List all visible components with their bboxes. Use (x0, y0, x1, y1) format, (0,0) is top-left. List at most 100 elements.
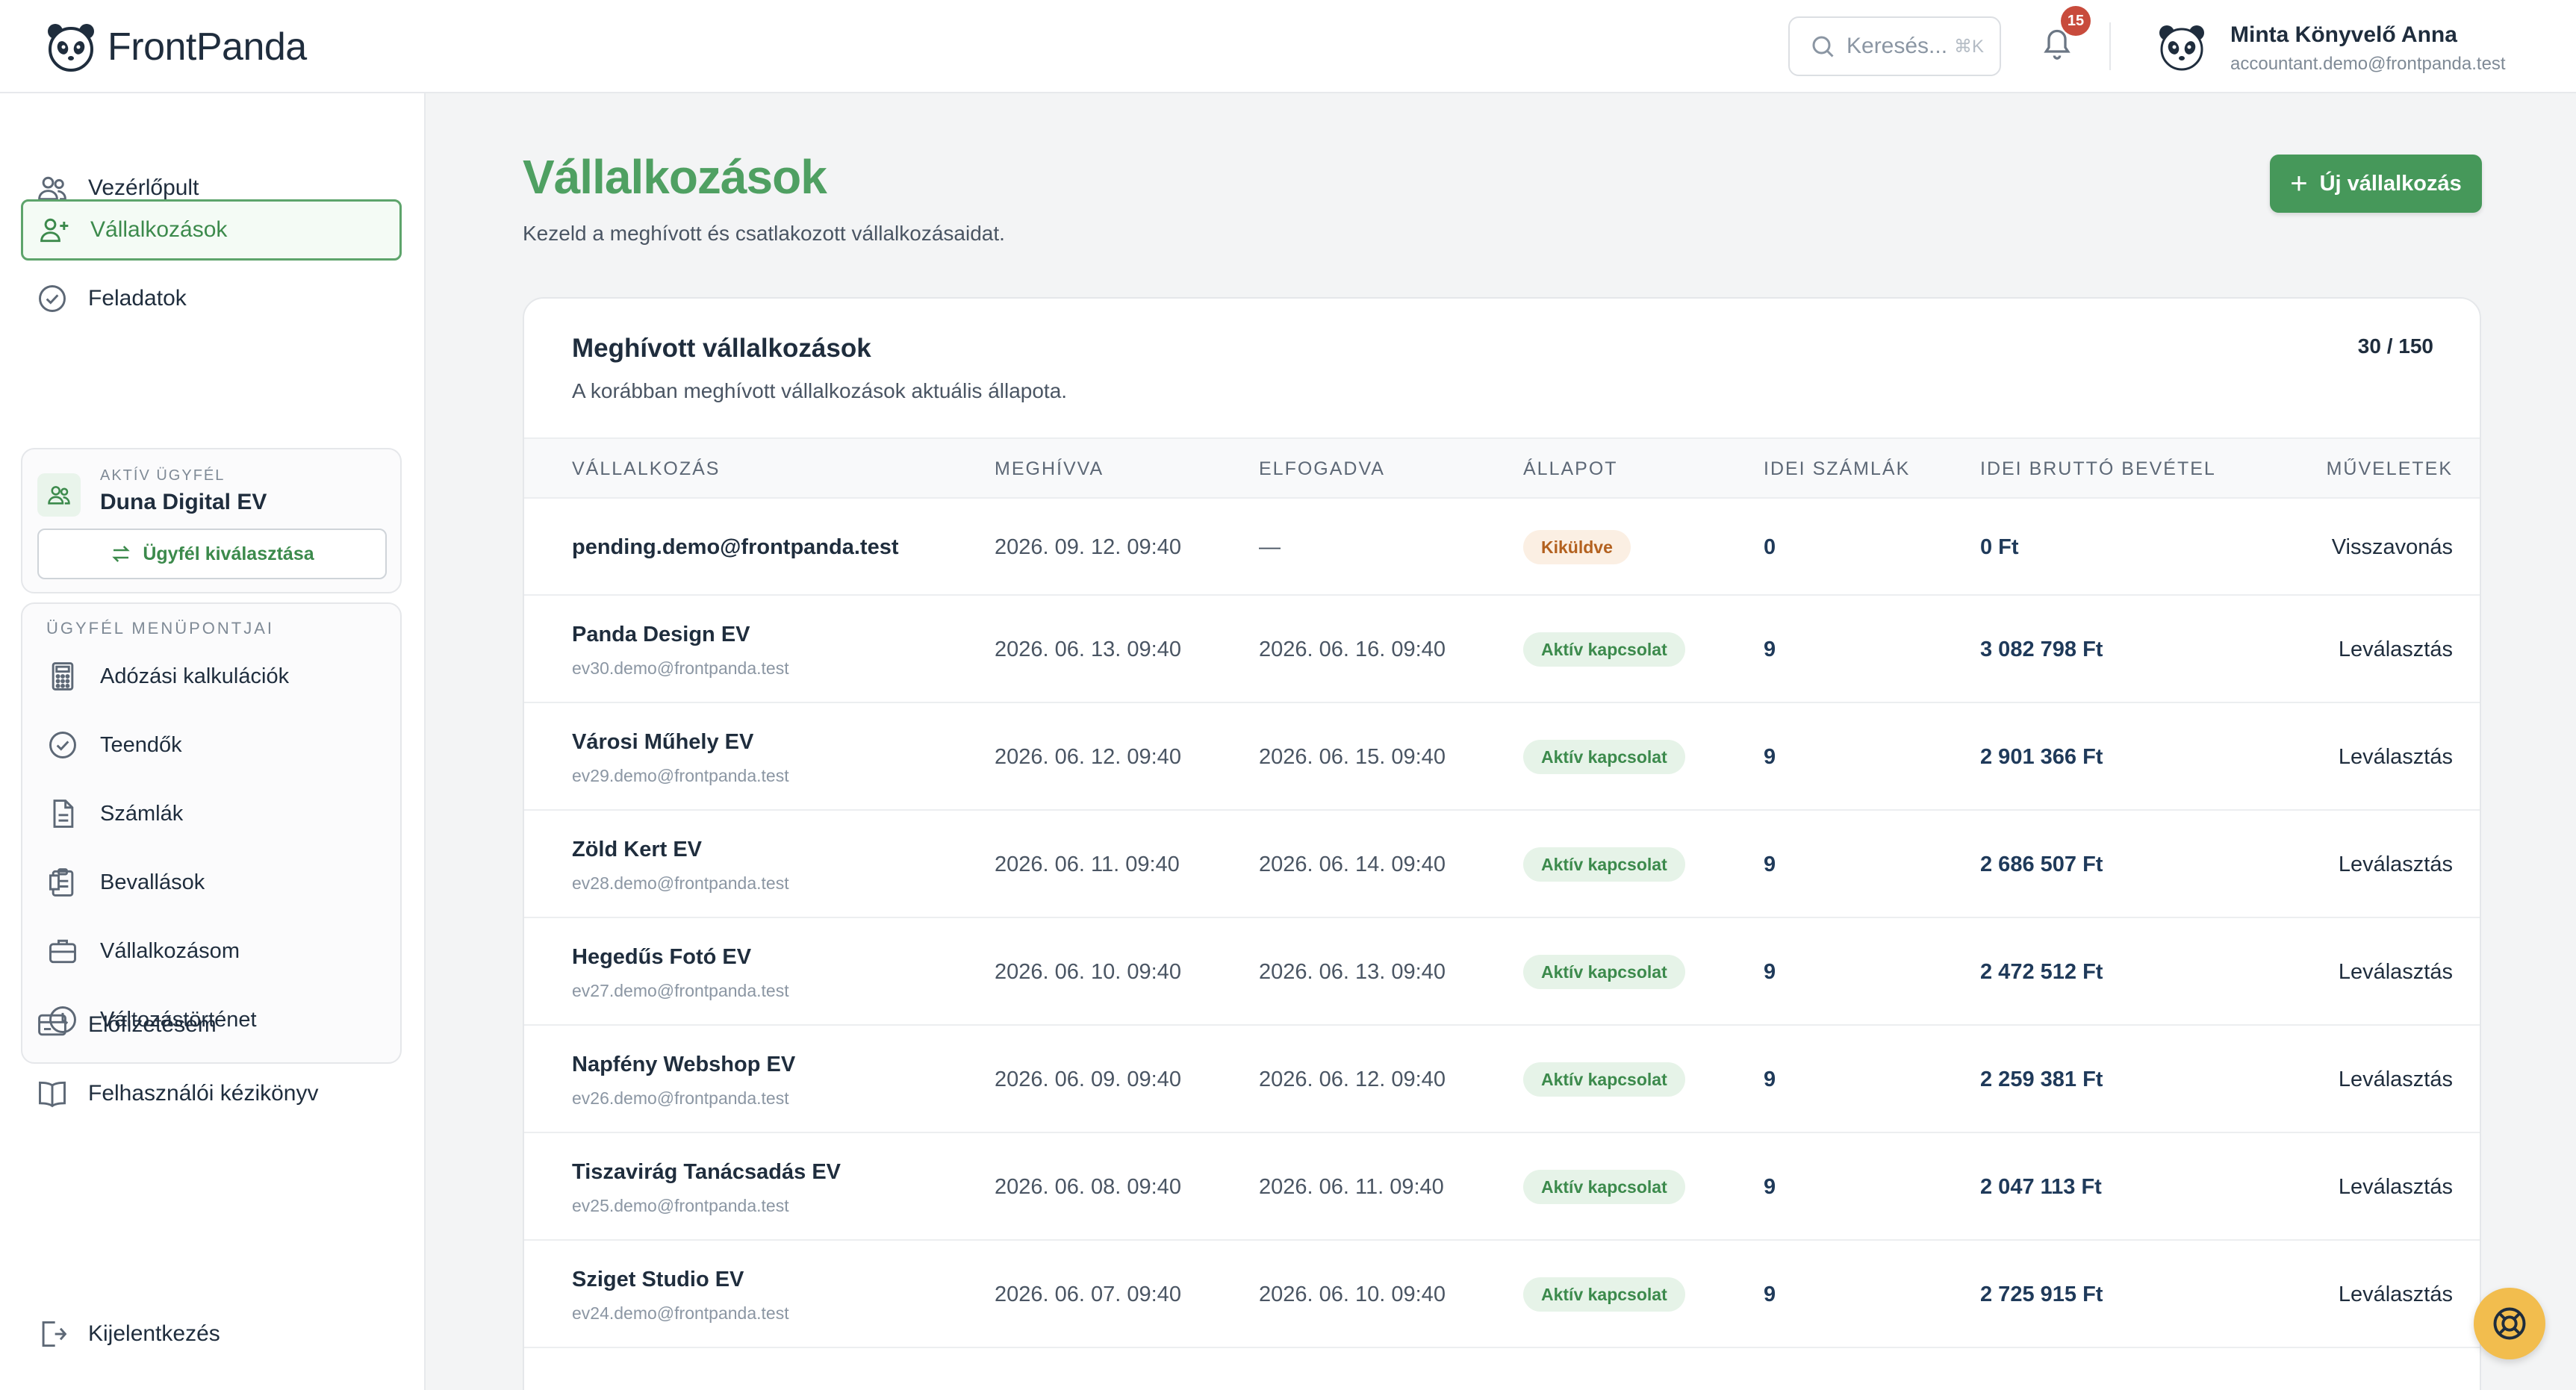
check-circle-icon (39, 285, 66, 312)
row-action-link[interactable]: Leválasztás (2339, 745, 2453, 770)
sidebar-item-tasks[interactable]: Feladatok (21, 268, 402, 329)
table-row[interactable]: Városi Műhely EV ev29.demo@frontpanda.tes… (524, 703, 2480, 811)
business-name[interactable]: Sziget Studio EV (572, 1268, 744, 1292)
client-menu-item-label: Bevallások (100, 870, 205, 894)
header-divider (2109, 22, 2111, 70)
row-action-link[interactable]: Leválasztás (2339, 1283, 2453, 1307)
client-menu-item-returns[interactable]: Bevallások (46, 853, 390, 912)
gross-revenue: 2 047 113 Ft (1980, 1175, 2102, 1199)
accepted-date: 2026. 06. 14. 09:40 (1259, 853, 1446, 876)
table-row[interactable]: Zöld Kert EV ev28.demo@frontpanda.test 202… (524, 811, 2480, 918)
search-icon (1812, 36, 1834, 57)
client-menu-item-todos[interactable]: Teendők (46, 715, 390, 775)
invoice-count: 9 (1764, 1068, 1776, 1091)
row-action-link[interactable]: Leválasztás (2339, 1068, 2453, 1092)
new-business-button[interactable]: + Új vállalkozás (2270, 155, 2482, 213)
status-badge: Aktív kapcsolat (1523, 955, 1685, 989)
row-action-link[interactable]: Leválasztás (2339, 853, 2453, 877)
table-header: VÁLLALKOZÁS MEGHÍVVA ELFOGADVA ÁLLAPOT I… (524, 437, 2480, 499)
row-action-link[interactable]: Visszavonás (2332, 535, 2453, 560)
row-action-link[interactable]: Leválasztás (2339, 638, 2453, 662)
client-icon-box (37, 473, 81, 517)
business-email: ev25.demo@frontpanda.test (572, 1196, 789, 1215)
column-header-business[interactable]: VÁLLALKOZÁS (572, 458, 720, 480)
client-menu-item-tax-calculations[interactable]: Adózási kalkulációk (46, 646, 390, 706)
business-name[interactable]: Városi Műhely EV (572, 730, 753, 755)
column-header-invited[interactable]: MEGHÍVVA (995, 458, 1104, 480)
gross-revenue: 2 472 512 Ft (1980, 960, 2103, 984)
table-row[interactable]: Minta Marketing EV (524, 1348, 2480, 1390)
client-menu-item-label: Számlák (100, 801, 184, 826)
client-menu-item-invoices[interactable]: Számlák (46, 784, 390, 844)
business-email: ev30.demo@frontpanda.test (572, 658, 789, 678)
accepted-date: — (1259, 535, 1281, 559)
sidebar-item-label: Felhasználói kézikönyv (88, 1081, 319, 1106)
business-email: ev28.demo@frontpanda.test (572, 873, 789, 893)
accepted-date: 2026. 06. 12. 09:40 (1259, 1068, 1446, 1091)
select-client-label: Ügyfél kiválasztása (143, 543, 314, 564)
gross-revenue: 2 686 507 Ft (1980, 853, 2103, 876)
document-icon (53, 800, 74, 828)
status-badge: Aktív kapcsolat (1523, 740, 1685, 774)
invited-date: 2026. 06. 08. 09:40 (995, 1175, 1181, 1199)
invited-businesses-card: Meghívott vállalkozások A korábban meghí… (523, 297, 2481, 1390)
row-action-link[interactable]: Leválasztás (2339, 1175, 2453, 1200)
select-client-button[interactable]: Ügyfél kiválasztása (37, 529, 387, 579)
client-menu-item-my-business[interactable]: Vállalkozásom (46, 921, 390, 981)
business-name[interactable]: Hegedűs Fotó EV (572, 945, 751, 970)
app-name: FrontPanda (108, 25, 307, 69)
status-badge: Aktív kapcsolat (1523, 632, 1685, 667)
sidebar-item-subscription[interactable]: Előfizetésem (21, 994, 402, 1056)
business-name[interactable]: Tiszavirág Tanácsadás EV (572, 1160, 841, 1185)
business-name[interactable]: Panda Design EV (572, 623, 750, 647)
client-menu-eyebrow: ÜGYFÉL MENÜPONTJAI (46, 619, 274, 638)
business-name[interactable]: Zöld Kert EV (572, 838, 702, 862)
accepted-date: 2026. 06. 10. 09:40 (1259, 1283, 1446, 1306)
users-icon (48, 486, 70, 505)
business-name[interactable]: pending.demo@frontpanda.test (572, 535, 899, 560)
sidebar-item-label: Feladatok (88, 286, 187, 311)
user-email: accountant.demo@frontpanda.test (2230, 54, 2506, 74)
page-title: Vállalkozások (523, 150, 827, 204)
sidebar-item-label: Előfizetésem (88, 1012, 217, 1037)
table-row[interactable]: Napfény Webshop EV ev26.demo@frontpanda.t… (524, 1026, 2480, 1133)
invited-date: 2026. 06. 10. 09:40 (995, 960, 1181, 984)
logout-label: Kijelentkezés (88, 1321, 220, 1346)
sidebar-item-businesses[interactable]: Vállalkozások (21, 199, 402, 261)
user-name[interactable]: Minta Könyvelő Anna (2230, 22, 2457, 48)
book-icon (39, 1081, 66, 1108)
sidebar-item-user-manual[interactable]: Felhasználói kézikönyv (21, 1063, 402, 1124)
column-header-status[interactable]: ÁLLAPOT (1523, 458, 1618, 480)
swap-arrows-icon (112, 546, 131, 562)
user-avatar[interactable] (2156, 22, 2207, 73)
table-body: pending.demo@frontpanda.test 2026. 09. 12… (524, 499, 2480, 1390)
sidebar-item-label: Vállalkozások (90, 217, 228, 242)
row-action-link[interactable]: Leválasztás (2339, 960, 2453, 985)
search-input[interactable] (1847, 34, 1951, 59)
logout-button[interactable]: Kijelentkezés (21, 1303, 402, 1365)
lifebuoy-icon (2493, 1307, 2526, 1340)
table-row[interactable]: Panda Design EV ev30.demo@frontpanda.test… (524, 596, 2480, 703)
table-row[interactable]: Tiszavirág Tanácsadás EV ev25.demo@frontp… (524, 1133, 2480, 1241)
credit-card-icon (38, 1014, 66, 1036)
search-box[interactable]: ⌘K (1788, 16, 2001, 76)
table-row[interactable]: Sziget Studio EV ev24.demo@frontpanda.tes… (524, 1241, 2480, 1348)
gross-revenue: 2 259 381 Ft (1980, 1068, 2103, 1091)
calculator-icon (52, 662, 74, 691)
app-logo[interactable]: FrontPanda (45, 21, 307, 73)
client-menu-item-label: Vállalkozásom (100, 938, 240, 963)
business-email: ev29.demo@frontpanda.test (572, 766, 789, 785)
column-header-invoices[interactable]: IDEI SZÁMLÁK (1764, 458, 1910, 480)
clipboard-icon (49, 868, 74, 897)
help-button[interactable] (2474, 1288, 2545, 1359)
business-name[interactable]: Napfény Webshop EV (572, 1053, 795, 1077)
table-row[interactable]: Hegedűs Fotó EV ev27.demo@frontpanda.test… (524, 918, 2480, 1026)
column-header-actions: MŰVELETEK (2326, 458, 2453, 479)
logout-icon (42, 1321, 67, 1347)
column-header-accepted[interactable]: ELFOGADVA (1259, 458, 1385, 480)
table-row[interactable]: pending.demo@frontpanda.test 2026. 09. 12… (524, 499, 2480, 596)
plus-icon: + (2290, 167, 2308, 200)
gross-revenue: 0 Ft (1980, 535, 2019, 559)
invoice-count: 0 (1764, 535, 1776, 559)
column-header-revenue[interactable]: IDEI BRUTTÓ BEVÉTEL (1980, 458, 2216, 480)
